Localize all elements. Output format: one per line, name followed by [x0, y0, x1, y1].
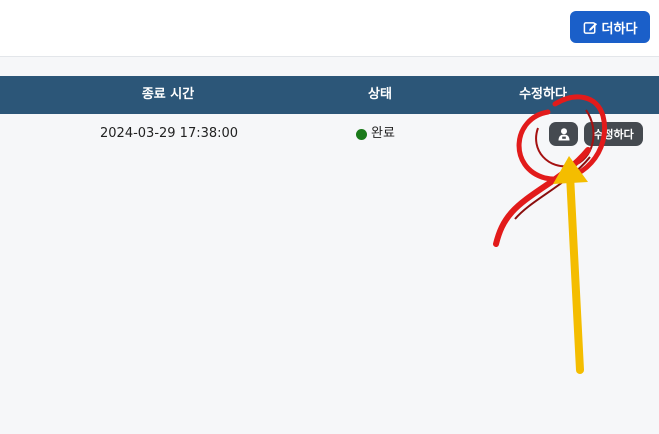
annotation-yellow-arrow: [566, 171, 584, 374]
cell-status: 완료: [356, 114, 395, 154]
header-edit: 수정하다: [519, 87, 567, 102]
user-action-button[interactable]: [549, 122, 578, 146]
annotation-overlay: [493, 94, 608, 374]
user-icon: [558, 128, 569, 141]
cell-end-time: 2024-03-29 17:38:00: [100, 126, 239, 141]
edit-square-icon: [583, 21, 597, 34]
annotation-red-tail-edge: [514, 156, 591, 220]
header-end-time: 종료 시간: [141, 87, 195, 102]
add-button[interactable]: 더하다: [570, 11, 650, 43]
top-toolbar: 더하다: [0, 0, 659, 57]
edit-button[interactable]: 수정하다: [584, 122, 643, 146]
annotation-red-tail: [493, 147, 591, 247]
status-dot: [356, 128, 367, 140]
add-button-label: 더하다: [601, 21, 638, 37]
status-label: 완료: [371, 126, 395, 141]
annotation-yellow-arrowhead: [553, 156, 588, 184]
table-header: 종료 시간 상태 수정하다: [0, 76, 659, 114]
header-status: 상태: [368, 87, 392, 102]
